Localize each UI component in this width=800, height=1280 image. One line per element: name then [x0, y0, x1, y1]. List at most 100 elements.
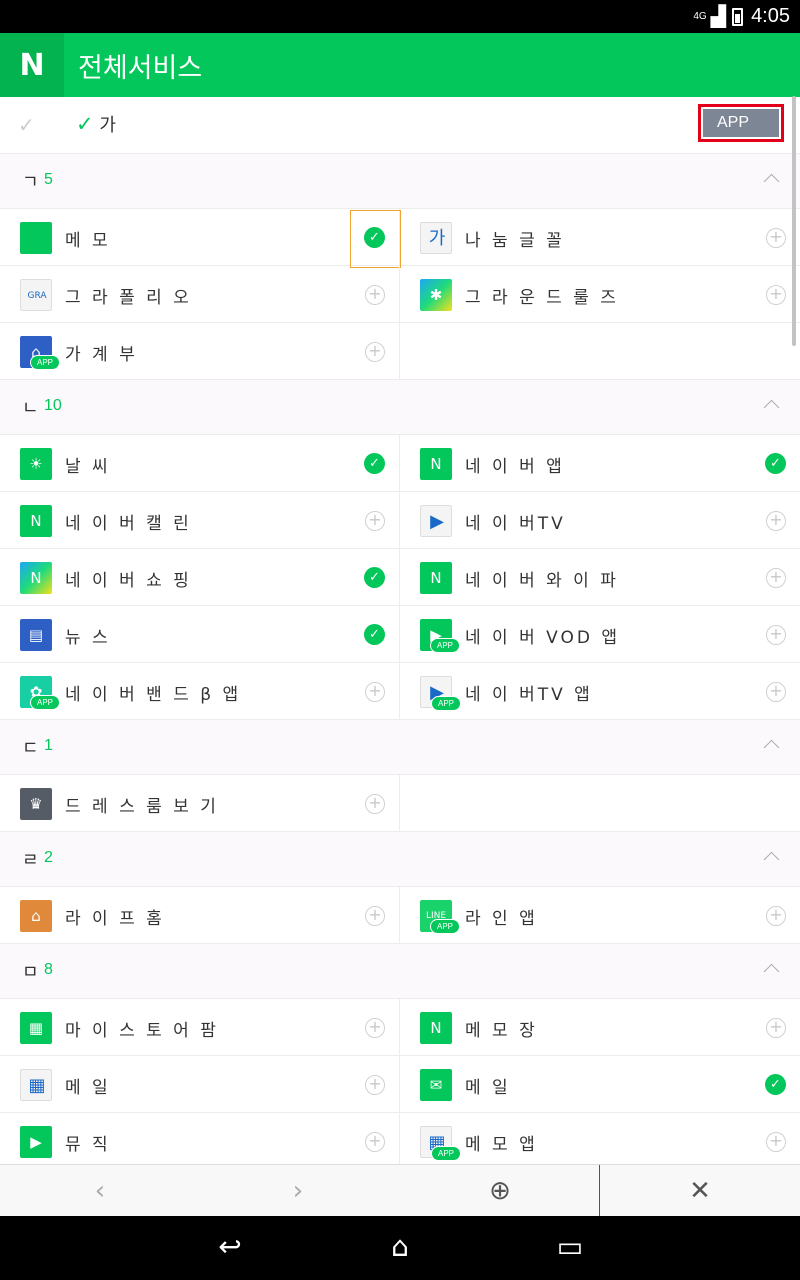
- service-name: 네 이 버TV 앱: [465, 685, 593, 705]
- memo-icon: [20, 222, 52, 254]
- section-header[interactable]: ㄱ5: [0, 154, 800, 209]
- service-item[interactable]: GRA 그 라 폴 리 오 +: [0, 266, 400, 323]
- add-icon[interactable]: +: [766, 1018, 786, 1038]
- section-count: 5: [44, 171, 53, 188]
- add-icon[interactable]: +: [766, 511, 786, 531]
- service-item[interactable]: ▦ 메 일 +: [0, 1056, 400, 1113]
- recent-apps-icon[interactable]: ▭: [540, 1230, 600, 1266]
- service-row: ☀ 날 씨 ✓ N 네 이 버 앱 ✓: [0, 435, 800, 492]
- service-item[interactable]: ☀ 날 씨 ✓: [0, 435, 400, 492]
- service-row: GRA 그 라 폴 리 오 + ✱ 그 라 운 드 룰 즈 +: [0, 266, 800, 323]
- service-item[interactable]: ⌂ 라 이 프 홈 +: [0, 887, 400, 944]
- sort-alphabetical-button[interactable]: ✓ 가: [76, 111, 116, 137]
- service-item[interactable]: 메 모 ✓: [0, 209, 401, 268]
- add-icon[interactable]: +: [365, 511, 385, 531]
- service-item[interactable]: ▦ APP 메 모 앱 +: [400, 1113, 800, 1164]
- service-row: ▦ 메 일 + ✉ 메 일 ✓: [0, 1056, 800, 1113]
- naver-logo[interactable]: N: [0, 33, 64, 97]
- back-nav-icon[interactable]: ↩: [200, 1230, 260, 1266]
- service-name: 드 레 스 룸 보 기: [65, 797, 219, 817]
- section-header[interactable]: ㄹ2: [0, 832, 800, 887]
- service-item[interactable]: ▶ APP 네 이 버 VOD 앱 +: [400, 606, 800, 663]
- add-icon[interactable]: +: [365, 682, 385, 702]
- service-row: N 네 이 버 캘 린 + ▶ 네 이 버TV +: [0, 492, 800, 549]
- service-item[interactable]: ♛ 드 레 스 룸 보 기 +: [0, 775, 400, 832]
- add-icon[interactable]: +: [766, 285, 786, 305]
- service-item[interactable]: N 네 이 버 와 이 파 +: [400, 549, 800, 606]
- chevron-up-icon[interactable]: [763, 173, 780, 190]
- add-icon[interactable]: +: [766, 228, 786, 248]
- add-icon[interactable]: +: [766, 625, 786, 645]
- section-header[interactable]: ㄷ1: [0, 720, 800, 775]
- signal-icon: ▟: [710, 6, 727, 28]
- section-consonant: ㄹ: [22, 850, 39, 871]
- checked-icon[interactable]: ✓: [364, 624, 385, 645]
- app-filter-button[interactable]: APP: [698, 104, 784, 142]
- wifi-icon: N: [420, 562, 452, 594]
- service-name: 그 라 폴 리 오: [65, 288, 192, 308]
- service-name: 날 씨: [65, 457, 111, 477]
- add-icon[interactable]: +: [766, 906, 786, 926]
- service-row: N 네 이 버 쇼 핑 ✓ N 네 이 버 와 이 파 +: [0, 549, 800, 606]
- app-badge: APP: [431, 696, 461, 711]
- add-icon[interactable]: +: [766, 682, 786, 702]
- icon-glyph: [20, 222, 52, 254]
- add-icon[interactable]: +: [766, 1132, 786, 1152]
- add-icon[interactable]: +: [365, 285, 385, 305]
- section-consonant: ㄴ: [22, 398, 39, 419]
- add-icon[interactable]: +: [365, 794, 385, 814]
- service-item[interactable]: 가 나 눔 글 꼴 +: [400, 209, 800, 266]
- add-icon[interactable]: +: [766, 568, 786, 588]
- section-header[interactable]: ㅁ8: [0, 944, 800, 999]
- filter-bar: ✓ ✓ 가 APP: [0, 97, 800, 154]
- icon-glyph: N: [30, 569, 42, 587]
- icon-glyph: ▦: [28, 1019, 44, 1037]
- service-name: 메 일: [65, 1078, 111, 1098]
- service-name: 가 계 부: [65, 345, 138, 365]
- service-item[interactable]: N 메 모 장 +: [400, 999, 800, 1056]
- service-list[interactable]: ㄱ5메 모 ✓ 가 나 눔 글 꼴 + GRA 그 라 폴 리 오 + ✱ 그 라 운 드 룰 즈…: [0, 154, 800, 1164]
- service-item[interactable]: ▤ 뉴 스 ✓: [0, 606, 400, 663]
- grafolio-icon: GRA: [20, 279, 52, 311]
- chevron-up-icon[interactable]: [763, 739, 780, 756]
- globe-icon[interactable]: ⊕: [460, 1165, 540, 1217]
- service-item[interactable]: ✱ 그 라 운 드 룰 즈 +: [400, 266, 800, 323]
- service-row: ▤ 뉴 스 ✓ ▶ APP 네 이 버 VOD 앱 +: [0, 606, 800, 663]
- service-item[interactable]: ▦ 마 이 스 토 어 팜 +: [0, 999, 400, 1056]
- scrollbar[interactable]: [792, 96, 796, 346]
- home-nav-icon[interactable]: ⌂: [370, 1230, 430, 1266]
- icon-glyph: ✱: [429, 286, 443, 304]
- add-icon[interactable]: +: [365, 1018, 385, 1038]
- add-icon[interactable]: +: [365, 906, 385, 926]
- select-all-check-icon[interactable]: ✓: [18, 113, 35, 137]
- service-item[interactable]: ▶ 뮤 직 +: [0, 1113, 400, 1164]
- browser-toolbar: ‹ › ⊕ ✕: [0, 1164, 800, 1217]
- service-item[interactable]: N 네 이 버 쇼 핑 ✓: [0, 549, 400, 606]
- add-icon[interactable]: +: [365, 342, 385, 362]
- section-header[interactable]: ㄴ 10: [0, 380, 800, 435]
- service-item[interactable]: N 네 이 버 캘 린 +: [0, 492, 400, 549]
- checked-icon[interactable]: ✓: [364, 567, 385, 588]
- service-item[interactable]: LINE APP 라 인 앱 +: [400, 887, 800, 944]
- calendar-icon: N: [20, 505, 52, 537]
- back-button[interactable]: ‹: [60, 1165, 140, 1217]
- icon-glyph: ⌂: [31, 907, 41, 925]
- chevron-up-icon[interactable]: [763, 963, 780, 980]
- checked-icon[interactable]: ✓: [765, 1074, 786, 1095]
- service-item[interactable]: ✿ APP 네 이 버 밴 드 β 앱 +: [0, 663, 400, 720]
- service-name: 네 이 버 밴 드 β 앱: [65, 685, 242, 705]
- add-icon[interactable]: +: [365, 1132, 385, 1152]
- forward-button[interactable]: ›: [258, 1165, 338, 1217]
- service-item[interactable]: ▶ 네 이 버TV +: [400, 492, 800, 549]
- service-item[interactable]: ⌂ APP 가 계 부 +: [0, 323, 400, 380]
- checked-icon[interactable]: ✓: [364, 453, 385, 474]
- chevron-up-icon[interactable]: [763, 851, 780, 868]
- service-item[interactable]: ▶ APP 네 이 버TV 앱 +: [400, 663, 800, 720]
- add-icon[interactable]: +: [365, 1075, 385, 1095]
- service-item[interactable]: N 네 이 버 앱 ✓: [400, 435, 800, 492]
- close-button[interactable]: ✕: [599, 1165, 800, 1217]
- chevron-up-icon[interactable]: [763, 399, 780, 416]
- service-item[interactable]: ✉ 메 일 ✓: [400, 1056, 800, 1113]
- checked-icon[interactable]: ✓: [765, 453, 786, 474]
- empty-cell: [400, 775, 800, 832]
